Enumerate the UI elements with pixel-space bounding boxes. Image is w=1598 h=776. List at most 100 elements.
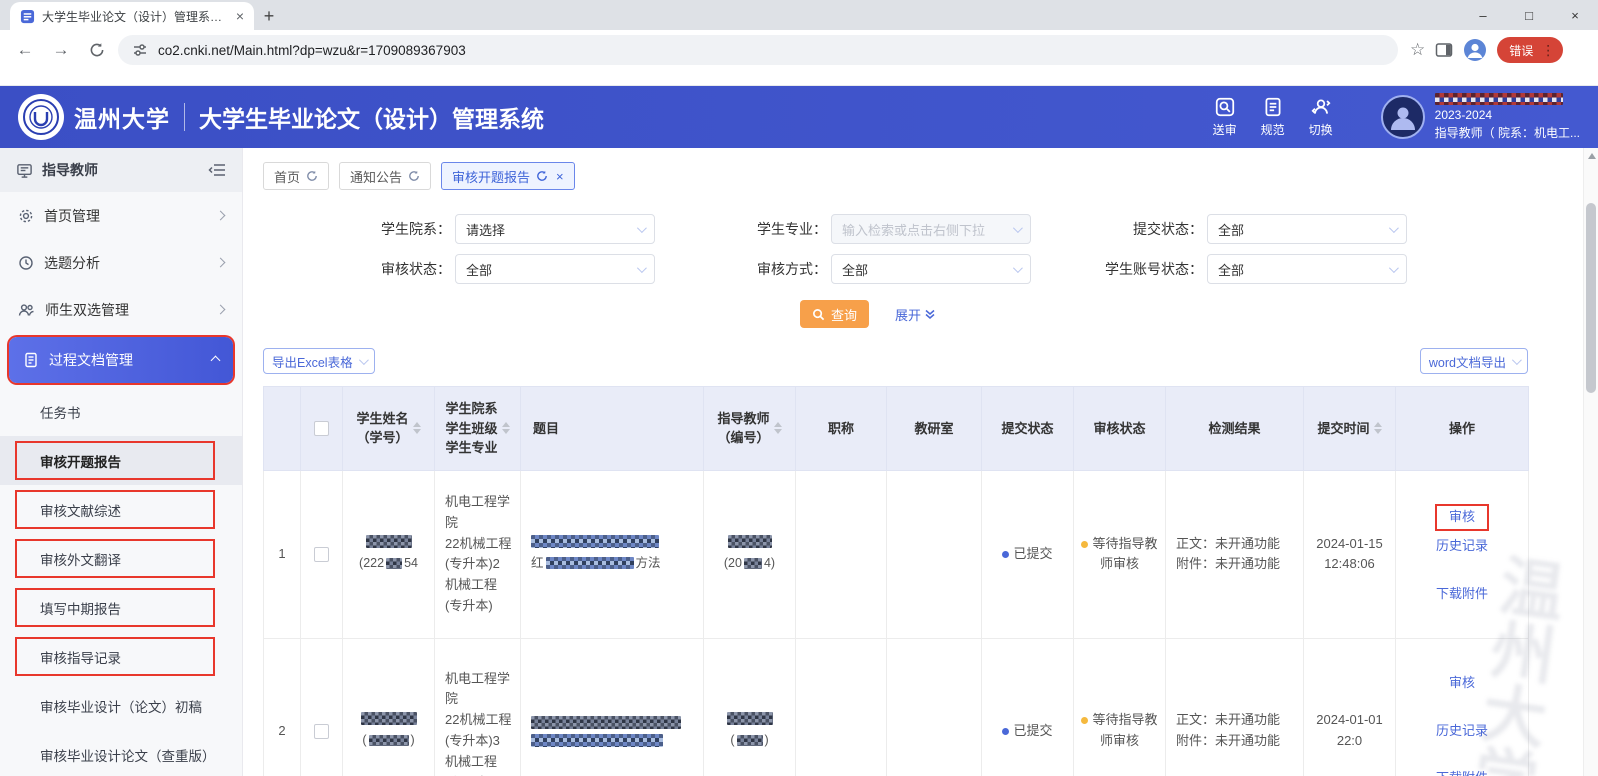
document-icon [23, 352, 39, 368]
table-toolbar: 导出Excel表格 word文档导出 [263, 348, 1528, 374]
reload-icon[interactable] [82, 35, 112, 65]
export-word-button[interactable]: word文档导出 [1420, 348, 1528, 374]
submit-status-cell: 已提交 [982, 470, 1074, 639]
filter-actions: 查询 展开 [800, 300, 1578, 328]
sidebar-subitem-guidance-records[interactable]: 审核指导记录 [0, 632, 242, 681]
download-attachment-link[interactable]: 下载附件 [1402, 584, 1522, 605]
sidebar-collapse-icon[interactable] [208, 163, 226, 177]
student-name-cell: () [343, 639, 435, 776]
table-row: 2 () 机电工程学院 22机械工程(专升本)3 机械工程(专升本) [264, 639, 1529, 776]
select-all-checkbox[interactable] [314, 421, 329, 436]
sort-icon[interactable] [774, 422, 782, 434]
filter-submit-status: 提交状态： 全部 [1085, 214, 1461, 244]
tab-close-icon[interactable]: × [556, 169, 564, 184]
sidebar-item-process-documents[interactable]: 过程文档管理 [9, 337, 233, 383]
sidebar-item-homepage-management[interactable]: 首页管理 [0, 192, 242, 239]
system-title: 大学生毕业论文（设计）管理系统 [199, 100, 544, 134]
browser-menu-icon[interactable]: ⋮ [1541, 42, 1555, 59]
sort-icon[interactable] [502, 422, 510, 434]
submit-status-select[interactable]: 全部 [1207, 214, 1407, 244]
tab-home[interactable]: 首页 [263, 162, 329, 190]
index-header [264, 387, 301, 471]
users-icon [18, 302, 35, 318]
refresh-icon[interactable] [306, 170, 318, 182]
url-field[interactable]: co2.cnki.net/Main.html?dp=wzu&r=17090893… [118, 35, 1398, 65]
send-review-icon [1214, 96, 1236, 118]
refresh-icon[interactable] [408, 170, 420, 182]
error-badge[interactable]: 错误 ⋮ [1497, 37, 1563, 63]
account-status-select[interactable]: 全部 [1207, 254, 1407, 284]
chevron-right-icon [216, 211, 226, 221]
sidebar-subitem-midterm-report[interactable]: 填写中期报告 [0, 583, 242, 632]
profile-avatar-icon[interactable] [1463, 38, 1487, 62]
filter-review-method: 审核方式： 全部 [709, 254, 1085, 284]
gear-icon [18, 208, 34, 224]
refresh-icon[interactable] [536, 170, 548, 182]
student-major-select[interactable]: 输入检索或点击右侧下拉 [831, 214, 1031, 244]
window-close-button[interactable]: × [1552, 0, 1598, 30]
review-status-header: 审核状态 [1074, 387, 1166, 471]
job-title-cell [796, 470, 887, 639]
switch-role-button[interactable]: 切换 [1309, 96, 1333, 138]
sidebar-subitem-review-proposal[interactable]: 审核开题报告 [0, 436, 242, 485]
sort-icon[interactable] [1374, 422, 1382, 434]
review-method-select[interactable]: 全部 [831, 254, 1031, 284]
sidebar-subitem-review-translation[interactable]: 审核外文翻译 [0, 534, 242, 583]
bookmark-star-icon[interactable]: ☆ [1410, 40, 1425, 60]
side-panel-icon[interactable] [1435, 42, 1453, 58]
tab-review-proposal[interactable]: 审核开题报告 × [441, 162, 575, 190]
sidebar-subitem-first-draft[interactable]: 审核毕业设计（论文）初稿 [0, 681, 242, 730]
page-scrollbar [1583, 148, 1598, 776]
user-block[interactable]: 2023-2024 指导教师（ 院系：机电工... [1381, 93, 1580, 141]
redacted-advisor-id [737, 735, 763, 746]
download-attachment-link[interactable]: 下载附件 [1402, 768, 1522, 776]
content-tab-strip: 首页 通知公告 审核开题报告 × [263, 162, 1578, 190]
sidebar-item-topic-analysis[interactable]: 选题分析 [0, 239, 242, 286]
send-review-button[interactable]: 送审 [1213, 96, 1237, 138]
submit-time-cell: 2024-01-01 22:0 [1304, 639, 1396, 776]
scrollbar-thumb[interactable] [1586, 203, 1596, 393]
sidebar-item-mutual-selection[interactable]: 师生双选管理 [0, 286, 242, 333]
actions-header: 操作 [1396, 387, 1529, 471]
user-name-redacted [1435, 93, 1563, 105]
new-tab-button[interactable]: + [254, 2, 284, 30]
redacted-title [531, 535, 659, 548]
window-minimize-button[interactable]: – [1460, 0, 1506, 30]
search-button[interactable]: 查询 [800, 300, 869, 328]
tab-close-icon[interactable]: × [236, 8, 244, 24]
sidebar-subitem-plagiarism-version[interactable]: 审核毕业设计论文（查重版） [0, 730, 242, 776]
chevron-down-icon [1389, 223, 1399, 233]
window-maximize-button[interactable]: □ [1506, 0, 1552, 30]
browser-tab[interactable]: 大学生毕业论文（设计）管理系… × [10, 2, 254, 30]
sidebar-role-bar: 指导教师 [0, 148, 242, 192]
sidebar-subitem-review-literature[interactable]: 审核文献综述 [0, 485, 242, 534]
student-department-select[interactable]: 请选择 [455, 214, 655, 244]
search-icon [812, 308, 825, 321]
forward-icon[interactable]: → [46, 35, 76, 65]
standards-button[interactable]: 规范 [1261, 96, 1285, 138]
history-link[interactable]: 历史记录 [1402, 721, 1522, 742]
table-row: 1 (22254 机电工程学院 22机械工程(专升本)2 机械工程(专升本) [264, 470, 1529, 639]
filter-panel: 学生院系： 请选择 学生专业： 输入检索或点击右侧下拉 提交状态： [333, 214, 1578, 284]
back-icon[interactable]: ← [10, 35, 40, 65]
sidebar-subitem-task-book[interactable]: 任务书 [0, 387, 242, 436]
tab-notices[interactable]: 通知公告 [339, 162, 431, 190]
row-checkbox[interactable] [314, 547, 329, 562]
review-status-cell: 等待指导教师审核 [1074, 639, 1166, 776]
scrollbar-up-arrow[interactable] [1588, 153, 1596, 159]
review-link[interactable]: 审核 [1435, 504, 1489, 531]
review-status-select[interactable]: 全部 [455, 254, 655, 284]
export-excel-button[interactable]: 导出Excel表格 [263, 348, 375, 374]
sort-icon[interactable] [413, 422, 421, 434]
expand-link[interactable]: 展开 [895, 305, 936, 324]
history-link[interactable]: 历史记录 [1402, 536, 1522, 557]
chevron-down-icon [1389, 263, 1399, 273]
university-name: 温州大学 [74, 100, 170, 134]
advisor-header: 指导教师 （编号） [704, 387, 796, 471]
review-link[interactable]: 审核 [1402, 673, 1522, 694]
thesis-title-cell [521, 639, 704, 776]
user-info: 2023-2024 指导教师（ 院系：机电工... [1435, 93, 1580, 141]
row-checkbox[interactable] [314, 724, 329, 739]
submit-status-cell: 已提交 [982, 639, 1074, 776]
detection-result-header: 检测结果 [1166, 387, 1304, 471]
